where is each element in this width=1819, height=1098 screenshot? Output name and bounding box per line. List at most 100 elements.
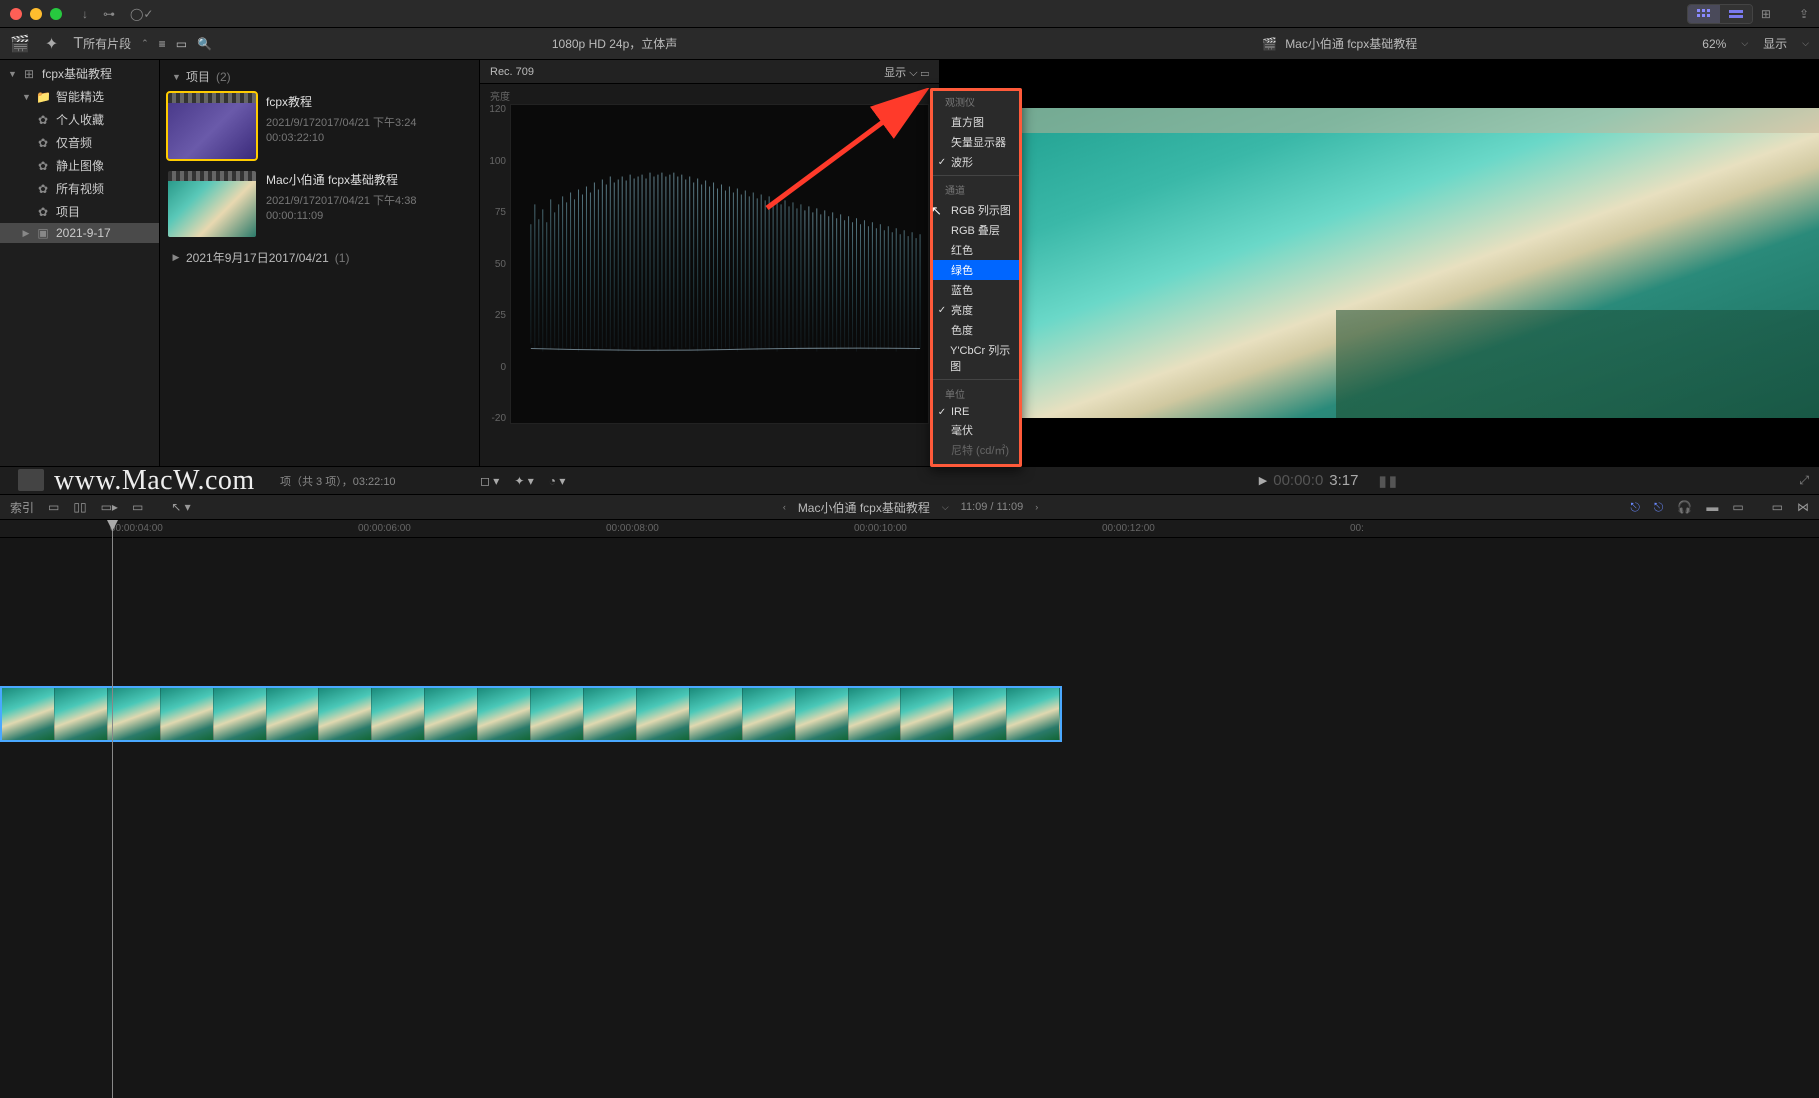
menu-item-rgb-overlay[interactable]: RGB 叠层 (933, 220, 1019, 240)
keyword-icon[interactable]: ⊶ (103, 7, 115, 21)
index-button[interactable]: 索引 (10, 499, 34, 516)
timecode-display[interactable]: ▶ 00:00:03:17 ▮▮ (1259, 472, 1399, 490)
selection-summary: 项（共 3 项），03:22:10 (280, 473, 396, 489)
minimize-window-button[interactable] (30, 8, 42, 20)
menu-item-rgb-parade[interactable]: RGB 列示图 (933, 200, 1019, 220)
clip-date: 2021/9/172017/04/21 下午4:38 (266, 194, 471, 209)
sidebar-item-audio-only[interactable]: ✿仅音频 (0, 131, 159, 154)
sidebar-item-projects[interactable]: ✿项目 (0, 200, 159, 223)
projects-count: (2) (216, 70, 231, 84)
chevron-down-icon[interactable]: ⌃ (141, 38, 149, 49)
clip-appearance-icon[interactable]: ▭ (1732, 500, 1743, 514)
disclosure-icon[interactable]: ▼ (8, 69, 16, 79)
disclosure-icon[interactable]: ▼ (172, 72, 180, 82)
timeline-layout-icon[interactable] (1720, 5, 1752, 23)
library-sidebar: ▼ ⊞ fcpx基础教程 ▼ 📁 智能精选 ✿个人收藏 ✿仅音频 ✿静止图像 ✿… (0, 60, 160, 466)
scope-y-axis: 120 100 75 50 25 0 -20 (484, 104, 506, 424)
viewer-preview[interactable] (940, 60, 1819, 466)
insert-clip-icon[interactable]: ▯▯ (73, 500, 86, 514)
render-icon[interactable]: ◯✓ (130, 7, 153, 21)
play-icon[interactable]: ▶ (1259, 474, 1267, 487)
retime-tool-icon[interactable]: ◔ ▾ (549, 474, 566, 488)
chevron-down-icon[interactable]: ⌵ (1802, 38, 1809, 49)
history-back-icon[interactable]: ‹ (783, 502, 786, 512)
chevron-down-icon[interactable]: ⌵ (942, 502, 949, 513)
menu-item-histogram[interactable]: 直方图 (933, 112, 1019, 132)
browser-layout-icon[interactable] (1688, 5, 1720, 23)
audio-skimming-icon[interactable]: ⎋ (1654, 500, 1664, 515)
effects-icon[interactable]: ✦ (45, 34, 58, 54)
overwrite-clip-icon[interactable]: ▭ (132, 500, 143, 514)
library-name: fcpx基础教程 (42, 65, 112, 82)
history-forward-icon[interactable]: › (1035, 502, 1038, 512)
menu-item-blue[interactable]: 蓝色 (933, 280, 1019, 300)
clip-duration: 00:00:11:09 (266, 209, 471, 224)
smart-collections-row[interactable]: ▼ 📁 智能精选 (0, 85, 159, 108)
sidebar-item-favorites[interactable]: ✿个人收藏 (0, 108, 159, 131)
disclosure-icon[interactable]: ▶ (22, 228, 30, 239)
timeline-project-name[interactable]: Mac小伯通 fcpx基础教程 (798, 499, 930, 516)
filmstrip-icon[interactable]: ≡ (159, 37, 166, 51)
clip-thumbnail[interactable] (168, 171, 256, 237)
timeline-ruler[interactable]: 00:00:04:00 00:00:06:00 00:00:08:00 00:0… (0, 520, 1819, 538)
scope-display-button[interactable]: 显示 ⌵ ▭ (884, 64, 929, 80)
chevron-down-icon[interactable]: ⌵ (1741, 38, 1748, 49)
menu-item-millivolts[interactable]: 毫伏 (933, 420, 1019, 440)
enhance-tool-icon[interactable]: ✦ ▾ (514, 474, 533, 488)
menu-item-red[interactable]: 红色 (933, 240, 1019, 260)
timeline[interactable]: 4f5d079a3bd8e1a6f6b8733bec7eee74 (0, 538, 1819, 1098)
menu-item-green[interactable]: 绿色 (933, 260, 1019, 280)
list-view-icon[interactable]: ▭ (176, 37, 187, 51)
connect-clip-icon[interactable]: ▭ (48, 500, 59, 514)
transitions-browser-icon[interactable]: ⋈ (1797, 500, 1809, 514)
effects-browser-icon[interactable]: ▭ (1772, 500, 1783, 514)
timeline-clip[interactable]: 4f5d079a3bd8e1a6f6b8733bec7eee74 (0, 686, 1062, 742)
clips-filter-label[interactable]: 所有片段 (83, 35, 131, 52)
watermark-text: www.MacW.com (54, 465, 255, 497)
close-window-button[interactable] (10, 8, 22, 20)
date-group-row[interactable]: ▶ 2021年9月17日2017/04/21 (1) (168, 249, 471, 266)
select-tool-icon[interactable]: ↖ ▾ (171, 500, 190, 514)
inspector-toggle-icon[interactable]: ⊞ (1761, 7, 1771, 21)
menu-item-ycbcr[interactable]: Y'CbCr 列示图 (933, 340, 1019, 376)
clapboard-icon: 🎬 (1262, 37, 1277, 51)
clip-thumbnail[interactable] (168, 93, 256, 159)
maximize-window-button[interactable] (50, 8, 62, 20)
menu-item-chroma[interactable]: 色度 (933, 320, 1019, 340)
share-icon[interactable]: ⇪ (1799, 7, 1809, 21)
traffic-lights (10, 8, 62, 20)
library-icon: ⊞ (22, 67, 36, 81)
solo-icon[interactable]: 🎧 (1677, 500, 1692, 514)
zoom-label[interactable]: 62% (1702, 37, 1726, 51)
timeline-counter: 11:09 / 11:09 (961, 501, 1024, 513)
preview-frame (940, 108, 1819, 418)
library-row[interactable]: ▼ ⊞ fcpx基础教程 (0, 62, 159, 85)
playhead[interactable] (112, 520, 113, 1098)
sidebar-event[interactable]: ▶ ▣ 2021-9-17 (0, 223, 159, 243)
skimming-icon[interactable]: ⎋ (1630, 500, 1640, 515)
media-icon[interactable]: 🎬 (10, 34, 30, 54)
sidebar-item-stills[interactable]: ✿静止图像 (0, 154, 159, 177)
clip-item[interactable]: fcpx教程 2021/9/172017/04/21 下午3:24 00:03:… (168, 93, 471, 159)
viewer-display-label[interactable]: 显示 (1763, 35, 1787, 52)
menu-item-ire[interactable]: ✓IRE (933, 404, 1019, 420)
fullscreen-icon[interactable]: ⤢ (1799, 473, 1809, 488)
snapping-icon[interactable]: ▬ (1706, 500, 1718, 514)
projects-header[interactable]: ▼ 项目 (2) (168, 68, 471, 85)
projects-label: 项目 (186, 68, 210, 85)
layout-segmented-control[interactable] (1687, 4, 1753, 24)
titles-icon[interactable]: T (73, 35, 83, 53)
crop-tool-icon[interactable]: ◻ ▾ (480, 474, 499, 488)
menu-item-waveform[interactable]: ✓波形 (933, 152, 1019, 172)
disclosure-icon[interactable]: ▶ (172, 252, 180, 263)
clip-duration: 00:03:22:10 (266, 131, 471, 146)
scope-axis-label: 亮度 (490, 88, 510, 103)
sidebar-item-all-video[interactable]: ✿所有视频 (0, 177, 159, 200)
append-clip-icon[interactable]: ▭▸ (101, 500, 118, 514)
import-icon[interactable]: ↓ (82, 7, 88, 21)
menu-item-luma[interactable]: ✓亮度 (933, 300, 1019, 320)
clip-item[interactable]: Mac小伯通 fcpx基础教程 2021/9/172017/04/21 下午4:… (168, 171, 471, 237)
search-icon[interactable]: 🔍 (197, 37, 212, 51)
disclosure-icon[interactable]: ▼ (22, 92, 30, 102)
menu-item-vectorscope[interactable]: 矢量显示器 (933, 132, 1019, 152)
